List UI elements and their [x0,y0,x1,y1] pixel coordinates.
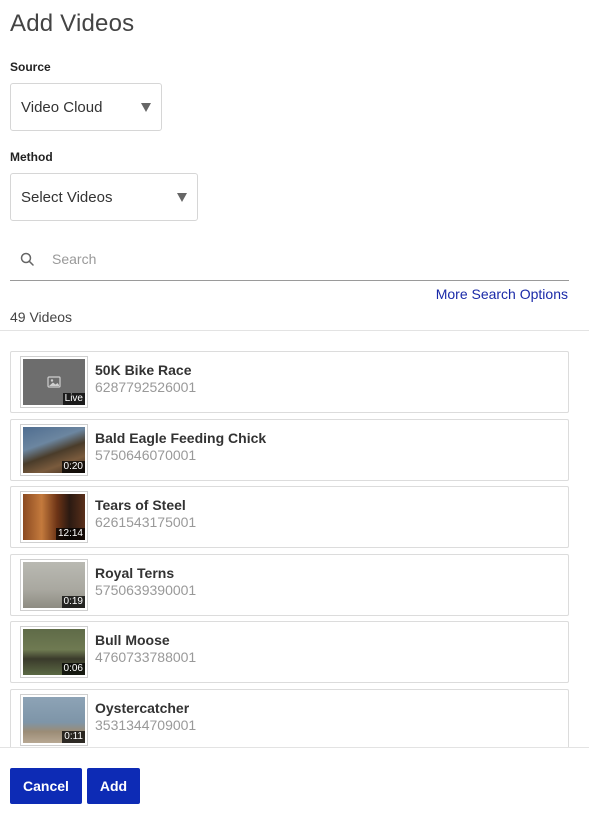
method-select-value: Select Videos [21,188,113,206]
video-thumbnail: 0:19 [20,558,88,611]
video-id: 5750646070001 [95,446,197,463]
footer-divider [0,747,589,748]
caret-down-icon [177,192,187,202]
video-thumbnail: Live [20,356,88,408]
video-id: 3531344709001 [95,716,197,733]
video-thumbnail: 0:11 [20,693,88,746]
video-name: Oystercatcher [95,699,190,716]
cancel-button[interactable]: Cancel [10,768,82,804]
divider [0,330,589,331]
video-list-item[interactable]: 0:06 Bull Moose 4760733788001 [10,621,569,683]
source-select[interactable]: Video Cloud [10,83,162,131]
video-duration: 0:20 [61,460,85,473]
add-button[interactable]: Add [87,768,140,804]
video-name: Bald Eagle Feeding Chick [95,429,267,446]
video-duration: Live [62,393,85,405]
video-count: 49 Videos [10,309,73,325]
video-name: Tears of Steel [95,497,186,513]
video-list-item[interactable]: 0:11 Oystercatcher 3531344709001 [10,688,569,747]
page-title: Add Videos [10,10,135,37]
search-bar [10,238,569,281]
search-icon [10,239,44,279]
video-id: 6261543175001 [95,514,197,530]
source-select-value: Video Cloud [21,98,103,116]
video-duration: 0:19 [61,595,85,608]
video-name: 50K Bike Race [95,362,192,378]
video-id: 4760733788001 [95,649,197,665]
image-placeholder-icon [47,376,61,388]
method-select[interactable]: Select Videos [10,173,198,221]
video-duration: 0:11 [62,730,85,743]
video-list-item[interactable]: Live 50K Bike Race 6287792526001 [10,351,569,413]
caret-down-icon [141,102,151,112]
video-id: 5750639390001 [95,581,197,598]
video-duration: 12:14 [55,528,85,540]
video-list-item[interactable]: 0:19 Royal Terns 5750639390001 [10,553,569,616]
video-list-item[interactable]: 12:14 Tears of Steel 6261543175001 [10,486,569,548]
video-thumbnail: 12:14 [20,491,88,543]
source-label: Source [10,60,51,74]
video-id: 6287792526001 [95,379,197,395]
video-list-item[interactable]: 0:20 Bald Eagle Feeding Chick 5750646070… [10,418,569,481]
video-name: Royal Terns [95,564,175,581]
video-list[interactable]: Live 50K Bike Race 6287792526001 0:20 Ba… [10,351,569,747]
search-input[interactable] [44,251,569,267]
video-thumbnail: 0:06 [20,626,88,678]
more-search-options-link[interactable]: More Search Options [436,286,568,302]
video-name: Bull Moose [95,632,170,648]
video-duration: 0:06 [61,663,85,675]
method-label: Method [10,150,53,164]
video-thumbnail: 0:20 [20,423,88,476]
